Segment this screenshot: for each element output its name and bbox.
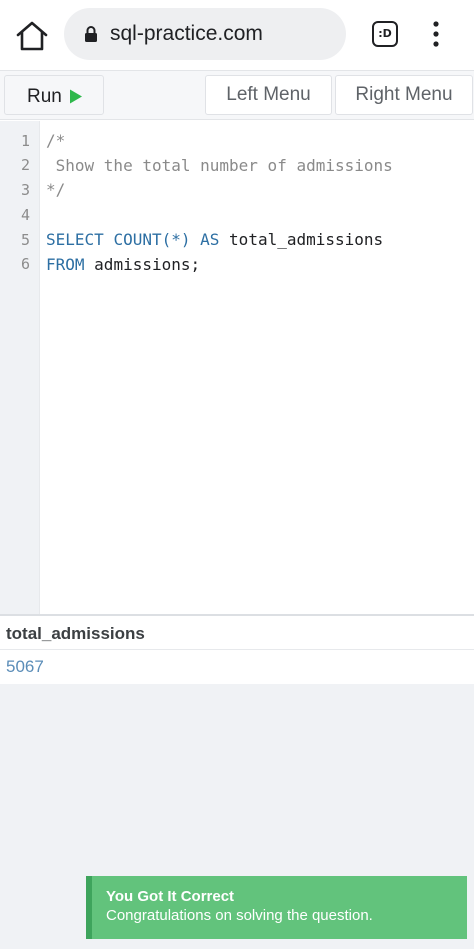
sql-editor[interactable]: 1 2 3 4 5 6 /* Show the total number of …: [0, 121, 474, 614]
line-number: 5: [20, 231, 30, 249]
sql-table-name: admissions;: [94, 255, 201, 274]
table-row: 5067: [0, 650, 474, 684]
code-line-1: /*: [46, 131, 66, 150]
code-line-6: FROM admissions;: [46, 255, 200, 274]
url-text: sql-practice.com: [110, 22, 263, 45]
home-icon[interactable]: [14, 20, 50, 52]
results-cell: 5067: [6, 657, 44, 676]
browser-toolbar: sql-practice.com :D: [0, 0, 474, 70]
success-toast[interactable]: You Got It Correct Congratulations on so…: [86, 876, 467, 939]
code-line-5: SELECT COUNT(*) AS total_admissions: [46, 230, 383, 249]
sql-alias: total_admissions: [229, 230, 384, 249]
editor-toolbar: Run Left Menu Right Menu: [0, 70, 474, 120]
code-line-3: */: [46, 180, 66, 199]
sql-keyword-from: FROM: [46, 255, 85, 274]
toast-message: Congratulations on solving the question.: [106, 907, 373, 924]
more-menu-icon[interactable]: [428, 20, 444, 48]
code-line-2: Show the total number of admissions: [46, 156, 393, 175]
address-bar[interactable]: sql-practice.com: [64, 8, 346, 60]
sql-function-count: COUNT(*): [113, 230, 191, 249]
results-column-header: total_admissions: [6, 624, 145, 643]
run-label: Run: [27, 86, 62, 107]
sql-keyword-select: SELECT: [46, 230, 104, 249]
line-number: 4: [20, 206, 30, 224]
line-number: 6: [20, 255, 30, 273]
right-menu-button[interactable]: Right Menu: [335, 75, 473, 115]
left-menu-button[interactable]: Left Menu: [205, 75, 332, 115]
line-number-gutter: 1 2 3 4 5 6: [0, 121, 40, 614]
toast-title: You Got It Correct: [106, 888, 235, 905]
play-icon: [69, 89, 83, 104]
line-number: 2: [20, 156, 30, 174]
run-button[interactable]: Run: [4, 75, 104, 115]
tab-switcher-button[interactable]: :D: [372, 21, 398, 47]
line-number: 3: [20, 181, 30, 199]
results-header-row: total_admissions: [0, 616, 474, 650]
lock-icon: [84, 25, 98, 43]
sql-keyword-as: AS: [200, 230, 220, 249]
line-number: 1: [20, 132, 30, 150]
